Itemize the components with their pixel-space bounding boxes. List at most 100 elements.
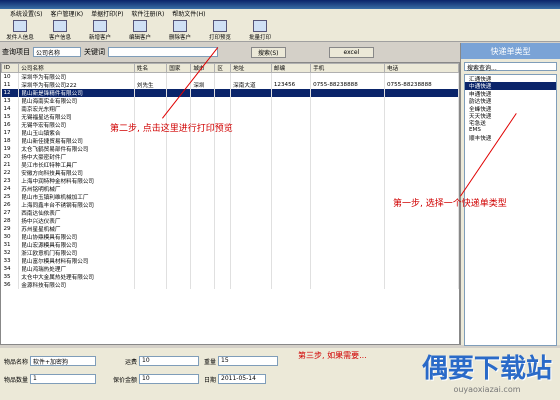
table-cell: 12 [1,89,20,97]
column-header[interactable]: 公司名称 [18,63,135,73]
table-row[interactable]: 30 昆山协鼎模具有限公司 [1,233,459,241]
print-preview-button[interactable]: 打印预览 [202,19,238,41]
column-header[interactable]: 电话 [384,63,459,73]
item-name-select[interactable]: 软件+加密狗 [30,356,97,366]
menu-customer[interactable]: 客户管理(K) [51,9,84,18]
table-cell [166,177,192,185]
sender-info-button[interactable]: 发件人信息 [2,19,38,41]
table-row[interactable]: 26 上海同鑫丰台不锈钢有限公司 [1,201,459,209]
table-row[interactable]: 27 西南达仙依表厂 [1,209,459,217]
table-cell [310,257,385,265]
table-row[interactable]: 33 昆山富尔模具材料有限公司 [1,257,459,265]
table-row[interactable]: 18 昆山新佳捷贸易有限公司 [1,137,459,145]
table-cell: 扬中兴达仪表厂 [18,217,135,225]
freight-input[interactable]: 10 [139,356,200,366]
table-row[interactable]: 31 昆山宏源模具有限公司 [1,241,459,249]
table-cell: 昆山市玉镇利维机械加工厂 [18,193,135,201]
weight-input[interactable]: 15 [218,356,279,366]
table-cell: 昆山宏源模具有限公司 [18,241,135,249]
table-cell [214,209,232,217]
column-header[interactable]: 邮编 [270,63,312,73]
delete-customer-button[interactable]: 删除客户 [162,19,198,41]
column-header[interactable]: 区 [214,63,232,73]
table-cell [384,121,459,129]
express-type-list[interactable]: 汇通快递 中通快递 申通快递 韵达快递 全峰快递 天天快递 宅急送 EMS 顺丰快递 [464,74,557,346]
table-row[interactable]: 29 苏州星星机械厂 [1,225,459,233]
table-cell [230,265,272,273]
menu-register[interactable]: 软件注册(R) [131,9,164,18]
express-type-item[interactable]: 全峰快递 [465,105,556,113]
customer-info-button[interactable]: 客户信息 [42,19,78,41]
table-cell [134,241,168,249]
table-row[interactable]: 36 金源科技有限公司 [1,281,459,289]
table-cell [166,72,192,81]
table-cell: 21 [1,161,20,169]
edit-customer-button[interactable]: 编辑客户 [122,19,158,41]
table-row[interactable]: 35 太仓中大金属热处理有限公司 [1,273,459,281]
batch-print-button[interactable]: 批量打印 [242,19,278,41]
add-customer-button[interactable]: 新增客户 [82,19,118,41]
table-cell [271,161,312,169]
table-row[interactable]: 28 扬中兴达仪表厂 [1,217,459,225]
table-cell [271,201,312,209]
table-cell [384,113,459,121]
menu-print[interactable]: 单据打印(P) [91,9,123,18]
express-search-input[interactable]: 搜索查询... [464,62,557,72]
table-cell [310,193,385,201]
express-type-item[interactable]: 顺丰快递 [465,134,556,142]
keyword-input[interactable] [108,47,218,57]
express-type-item[interactable]: 天天快递 [465,112,556,120]
express-type-item[interactable]: 申通快递 [465,90,556,98]
table-cell [190,169,216,177]
column-header[interactable]: 国家 [166,63,192,73]
express-type-item[interactable]: EMS [465,127,556,134]
column-header[interactable]: ID [1,63,20,73]
table-row[interactable]: 14 南京宏光东翔厂 [1,105,459,113]
menu-system[interactable]: 系统设置(S) [10,9,43,18]
table-row[interactable]: 12 昆山新是锋精件有限公司 [1,89,459,97]
table-cell: 昆山海南实业有限公司 [18,97,135,105]
table-cell [310,185,385,193]
table-row[interactable]: 24 苏州铭明机械厂 [1,185,459,193]
table-row[interactable]: 15 无锡福星达有限公司 [1,113,459,121]
table-cell [271,249,312,257]
table-cell: 34 [1,265,20,273]
column-header[interactable]: 姓名 [133,63,168,73]
insured-amount-input[interactable]: 10 [139,374,200,384]
window-title-bar [0,0,560,9]
table-row[interactable]: 23 上海中润特种金材料有限公司 [1,177,459,185]
excel-export-button[interactable]: excel [328,46,375,58]
table-cell [230,241,272,249]
table-row[interactable]: 34 昆山鸿瑞热处理厂 [1,265,459,273]
table-row[interactable]: 21 吴江市长红特种工具厂 [1,161,459,169]
table-cell [271,89,312,97]
item-name-label: 物品名称 [4,358,29,366]
table-row[interactable]: 13 昆山海南实业有限公司 [1,97,459,105]
menu-help[interactable]: 帮助文件(H) [172,9,205,18]
column-header[interactable]: 手机 [310,63,385,73]
express-type-item[interactable]: 韵达快递 [465,97,556,105]
table-cell [214,281,232,289]
table-cell [134,137,168,145]
table-cell [190,137,216,145]
customer-table[interactable]: ID公司名称姓名国家城市区地址邮编手机电话 10深圳华为有限公司11深圳华为有限… [0,62,460,345]
table-row[interactable]: 22 安徽方向科技具有限公司 [1,169,459,177]
search-button[interactable]: 搜索(S) [251,46,286,58]
item-count-input[interactable]: 1 [30,374,97,384]
table-row[interactable]: 20 扬中大豪密封件厂 [1,153,459,161]
table-row[interactable]: 25 昆山市玉镇利维机械加工厂 [1,193,459,201]
keyword-label: 关键词 [84,48,105,56]
table-cell: 123456 [271,81,312,89]
table-cell [230,89,272,97]
date-picker[interactable]: 2011-05-14 [218,374,267,384]
table-row[interactable]: 10 深圳华为有限公司 [1,72,459,81]
search-field-select[interactable]: 公司名称 [33,47,81,57]
table-row[interactable]: 19 太仓飞鹤贸易部件有限公司 [1,145,459,153]
table-row[interactable]: 11 深圳华为有限公司222 刘先生 深圳 深南大道 123456 0755-8823888… [1,81,459,89]
table-cell [134,89,168,97]
express-type-item[interactable]: 汇通快递 [465,75,556,83]
table-cell: 20 [1,153,20,161]
table-row[interactable]: 32 浙江欧意机门有限公司 [1,249,459,257]
column-header[interactable]: 地址 [230,63,272,73]
express-type-item[interactable]: 中通快递 [465,82,556,90]
